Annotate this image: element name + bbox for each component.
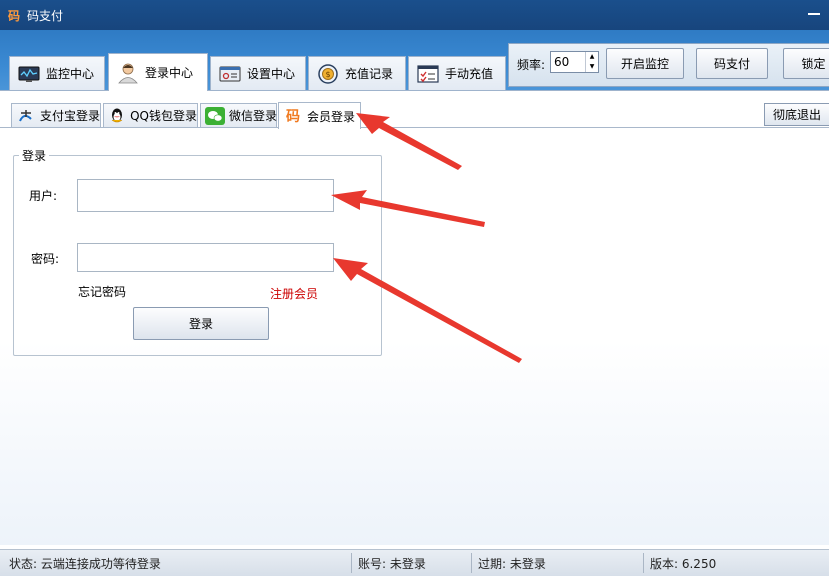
frequency-label: 频率:	[517, 58, 546, 72]
code-pay-button[interactable]: 码支付	[696, 48, 768, 79]
tab-label: 手动充值	[445, 67, 494, 81]
spin-up-icon[interactable]: ▲	[586, 52, 598, 62]
login-button[interactable]: 登录	[133, 307, 269, 340]
spin-buttons[interactable]: ▲ ▼	[585, 52, 598, 72]
start-monitor-button[interactable]: 开启监控	[606, 48, 684, 79]
window-title: 码支付	[27, 9, 64, 23]
subtab-qq-wallet-login[interactable]: QQ钱包登录	[103, 103, 198, 127]
subtab-member-login[interactable]: 码 会员登录	[278, 102, 361, 129]
wechat-icon	[205, 106, 225, 125]
status-divider	[471, 553, 472, 573]
monitor-icon	[18, 65, 40, 83]
coin-icon: $	[317, 63, 339, 84]
subtab-label: 支付宝登录	[39, 109, 100, 123]
frequency-stepper[interactable]: 60 ▲ ▼	[550, 51, 599, 73]
toolbar: 频率: 60 ▲ ▼ 开启监控 码支付 锁定	[508, 43, 829, 87]
subtab-label: QQ钱包登录	[130, 109, 197, 123]
full-exit-button[interactable]: 彻底退出	[764, 103, 829, 126]
alipay-icon	[16, 108, 36, 124]
username-label: 用户:	[29, 189, 58, 203]
status-divider	[643, 553, 644, 573]
expiry-status: 过期: 未登录	[478, 557, 546, 571]
tab-login-center[interactable]: 登录中心	[108, 53, 208, 91]
svg-text:$: $	[325, 70, 330, 79]
status-divider	[351, 553, 352, 573]
spin-down-icon[interactable]: ▼	[586, 62, 598, 72]
subtab-label: 微信登录	[229, 109, 278, 123]
tab-recharge-records[interactable]: $ 充值记录	[308, 56, 406, 90]
qq-icon	[108, 108, 126, 124]
checklist-icon	[417, 64, 439, 83]
version-status: 版本: 6.250	[650, 557, 717, 571]
tab-label: 监控中心	[46, 67, 95, 81]
password-input[interactable]	[77, 243, 334, 272]
tab-label: 充值记录	[345, 67, 394, 81]
member-code-icon: 码	[283, 108, 303, 125]
title-bar: 码 码支付	[0, 0, 829, 30]
subtab-label: 会员登录	[307, 109, 356, 124]
subtab-divider	[0, 127, 829, 128]
username-input[interactable]	[77, 179, 334, 212]
user-icon	[117, 63, 139, 83]
tab-label: 登录中心	[145, 66, 194, 80]
register-member-link[interactable]: 注册会员	[270, 285, 318, 302]
lock-button[interactable]: 锁定	[783, 48, 829, 79]
tab-monitor-center[interactable]: 监控中心	[9, 56, 105, 90]
status-text: 状态: 云端连接成功等待登录	[9, 557, 161, 571]
subtab-wechat-login[interactable]: 微信登录	[200, 103, 277, 127]
tab-settings-center[interactable]: 设置中心	[210, 56, 306, 90]
minimize-icon[interactable]	[808, 5, 820, 15]
tab-manual-recharge[interactable]: 手动充值	[408, 56, 506, 90]
account-status: 账号: 未登录	[358, 557, 426, 571]
member-code-glyph: 码	[286, 109, 300, 125]
settings-icon	[219, 65, 241, 83]
login-group-title: 登录	[19, 147, 50, 164]
subtab-alipay-login[interactable]: 支付宝登录	[11, 103, 101, 127]
tab-label: 设置中心	[247, 67, 296, 81]
frequency-value: 60	[554, 55, 570, 69]
app-logo-icon: 码	[8, 9, 21, 23]
status-bar: 状态: 云端连接成功等待登录 账号: 未登录 过期: 未登录 版本: 6.250	[0, 549, 829, 576]
forgot-password-link[interactable]: 忘记密码	[78, 283, 126, 300]
password-label: 密码:	[31, 252, 60, 266]
